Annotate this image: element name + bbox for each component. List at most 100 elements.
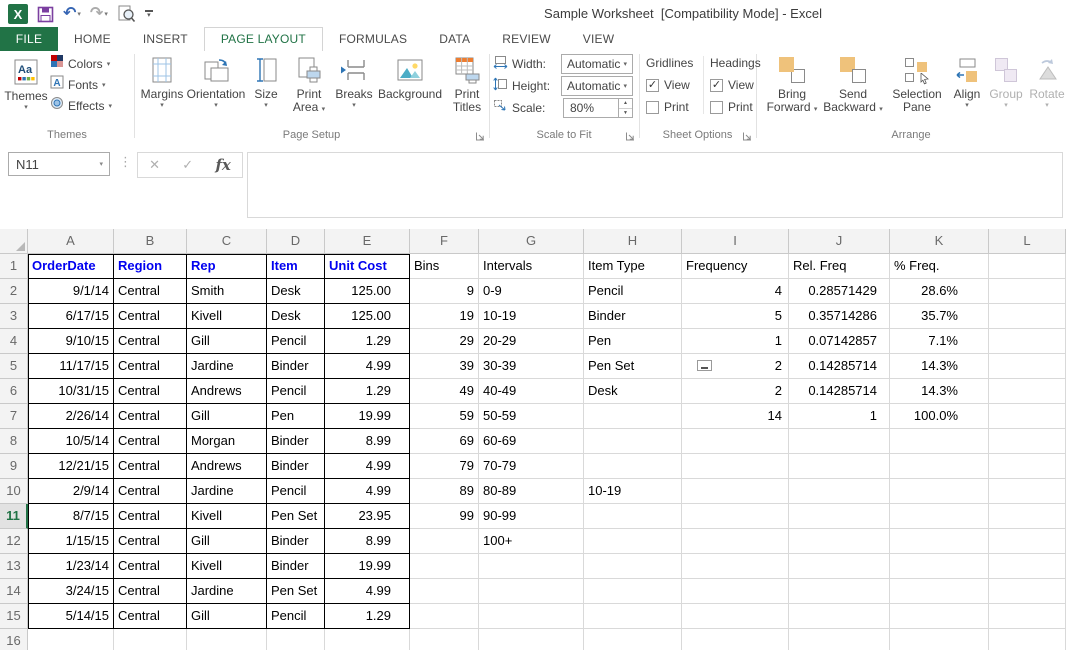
dialog-launcher-icon[interactable] bbox=[742, 129, 753, 140]
dialog-launcher-icon[interactable] bbox=[475, 129, 486, 140]
cell-C8[interactable]: Morgan bbox=[187, 429, 267, 454]
cell-J15[interactable] bbox=[789, 604, 890, 629]
cell-B11[interactable]: Central bbox=[114, 504, 187, 529]
row-header-14[interactable]: 14 bbox=[0, 579, 28, 604]
cell-F9[interactable]: 79 bbox=[410, 454, 479, 479]
cell-I1[interactable]: Frequency bbox=[682, 254, 789, 279]
cell-I13[interactable] bbox=[682, 554, 789, 579]
column-header-L[interactable]: L bbox=[989, 229, 1066, 254]
cell-B12[interactable]: Central bbox=[114, 529, 187, 554]
cell-L14[interactable] bbox=[989, 579, 1066, 604]
colors-button[interactable]: Colors ▾ bbox=[50, 53, 112, 74]
height-select[interactable]: Automatic ▾ bbox=[561, 76, 633, 96]
cell-L6[interactable] bbox=[989, 379, 1066, 404]
cell-B16[interactable] bbox=[114, 629, 187, 650]
column-header-A[interactable]: A bbox=[28, 229, 114, 254]
cell-K16[interactable] bbox=[890, 629, 989, 650]
print-area-button[interactable]: Print Area ▾ bbox=[286, 51, 332, 116]
cell-H4[interactable]: Pen bbox=[584, 329, 682, 354]
cell-J7[interactable]: 1 bbox=[789, 404, 890, 429]
cell-D15[interactable]: Pencil bbox=[267, 604, 325, 629]
cell-D7[interactable]: Pen bbox=[267, 404, 325, 429]
cell-B13[interactable]: Central bbox=[114, 554, 187, 579]
cell-J12[interactable] bbox=[789, 529, 890, 554]
cell-L10[interactable] bbox=[989, 479, 1066, 504]
cell-B3[interactable]: Central bbox=[114, 304, 187, 329]
effects-button[interactable]: Effects ▾ bbox=[50, 95, 112, 116]
selection-pane-button[interactable]: Selection Pane bbox=[886, 51, 948, 116]
cell-L9[interactable] bbox=[989, 454, 1066, 479]
cell-K10[interactable] bbox=[890, 479, 989, 504]
column-header-B[interactable]: B bbox=[114, 229, 187, 254]
tab-view[interactable]: VIEW bbox=[567, 28, 630, 51]
cell-I12[interactable] bbox=[682, 529, 789, 554]
cell-A13[interactable]: 1/23/14 bbox=[28, 554, 114, 579]
cell-D5[interactable]: Binder bbox=[267, 354, 325, 379]
formula-bar-handle[interactable]: ⋮ bbox=[119, 154, 132, 170]
cell-G12[interactable]: 100+ bbox=[479, 529, 584, 554]
cell-G2[interactable]: 0-9 bbox=[479, 279, 584, 304]
redo-button[interactable]: ↷ ▾ bbox=[90, 4, 108, 24]
column-header-K[interactable]: K bbox=[890, 229, 989, 254]
cell-E14[interactable]: 4.99 bbox=[325, 579, 410, 604]
cell-I11[interactable] bbox=[682, 504, 789, 529]
cell-D6[interactable]: Pencil bbox=[267, 379, 325, 404]
cell-I3[interactable]: 5 bbox=[682, 304, 789, 329]
scale-input[interactable]: 80% bbox=[563, 98, 619, 118]
cell-F3[interactable]: 19 bbox=[410, 304, 479, 329]
cell-A10[interactable]: 2/9/14 bbox=[28, 479, 114, 504]
align-button[interactable]: Align ▾ bbox=[948, 51, 986, 116]
cell-L15[interactable] bbox=[989, 604, 1066, 629]
column-header-J[interactable]: J bbox=[789, 229, 890, 254]
cell-C6[interactable]: Andrews bbox=[187, 379, 267, 404]
cell-B2[interactable]: Central bbox=[114, 279, 187, 304]
cell-G10[interactable]: 80-89 bbox=[479, 479, 584, 504]
cell-E8[interactable]: 8.99 bbox=[325, 429, 410, 454]
cell-I16[interactable] bbox=[682, 629, 789, 650]
cell-A14[interactable]: 3/24/15 bbox=[28, 579, 114, 604]
cell-F7[interactable]: 59 bbox=[410, 404, 479, 429]
cell-D11[interactable]: Pen Set bbox=[267, 504, 325, 529]
orientation-button[interactable]: Orientation ▾ bbox=[186, 51, 246, 116]
tab-home[interactable]: HOME bbox=[58, 28, 127, 51]
cell-H8[interactable] bbox=[584, 429, 682, 454]
cell-J14[interactable] bbox=[789, 579, 890, 604]
cell-J13[interactable] bbox=[789, 554, 890, 579]
spinner-up-icon[interactable]: ▲ bbox=[619, 99, 632, 109]
cell-E6[interactable]: 1.29 bbox=[325, 379, 410, 404]
cell-J11[interactable] bbox=[789, 504, 890, 529]
redo-dropdown-icon[interactable]: ▾ bbox=[104, 10, 108, 18]
cell-A8[interactable]: 10/5/14 bbox=[28, 429, 114, 454]
cell-K15[interactable] bbox=[890, 604, 989, 629]
cell-E10[interactable]: 4.99 bbox=[325, 479, 410, 504]
cancel-icon[interactable]: ✕ bbox=[149, 157, 160, 173]
cell-A12[interactable]: 1/15/15 bbox=[28, 529, 114, 554]
background-button[interactable]: Background bbox=[376, 51, 444, 116]
cell-A7[interactable]: 2/26/14 bbox=[28, 404, 114, 429]
cell-G7[interactable]: 50-59 bbox=[479, 404, 584, 429]
cell-D12[interactable]: Binder bbox=[267, 529, 325, 554]
cell-G16[interactable] bbox=[479, 629, 584, 650]
cell-L16[interactable] bbox=[989, 629, 1066, 650]
row-header-5[interactable]: 5 bbox=[0, 354, 28, 379]
cell-C7[interactable]: Gill bbox=[187, 404, 267, 429]
cell-L7[interactable] bbox=[989, 404, 1066, 429]
cell-E7[interactable]: 19.99 bbox=[325, 404, 410, 429]
cell-B7[interactable]: Central bbox=[114, 404, 187, 429]
cell-F1[interactable]: Bins bbox=[410, 254, 479, 279]
breaks-button[interactable]: Breaks ▾ bbox=[332, 51, 376, 116]
tab-file[interactable]: FILE bbox=[0, 27, 58, 51]
cell-J4[interactable]: 0.07142857 bbox=[789, 329, 890, 354]
cell-L3[interactable] bbox=[989, 304, 1066, 329]
cell-F6[interactable]: 49 bbox=[410, 379, 479, 404]
cell-G3[interactable]: 10-19 bbox=[479, 304, 584, 329]
cell-G13[interactable] bbox=[479, 554, 584, 579]
cell-K7[interactable]: 100.0% bbox=[890, 404, 989, 429]
cell-D14[interactable]: Pen Set bbox=[267, 579, 325, 604]
cell-B6[interactable]: Central bbox=[114, 379, 187, 404]
cell-F11[interactable]: 99 bbox=[410, 504, 479, 529]
cell-A1[interactable]: OrderDate bbox=[28, 254, 114, 279]
cell-D4[interactable]: Pencil bbox=[267, 329, 325, 354]
cell-G11[interactable]: 90-99 bbox=[479, 504, 584, 529]
cell-K11[interactable] bbox=[890, 504, 989, 529]
